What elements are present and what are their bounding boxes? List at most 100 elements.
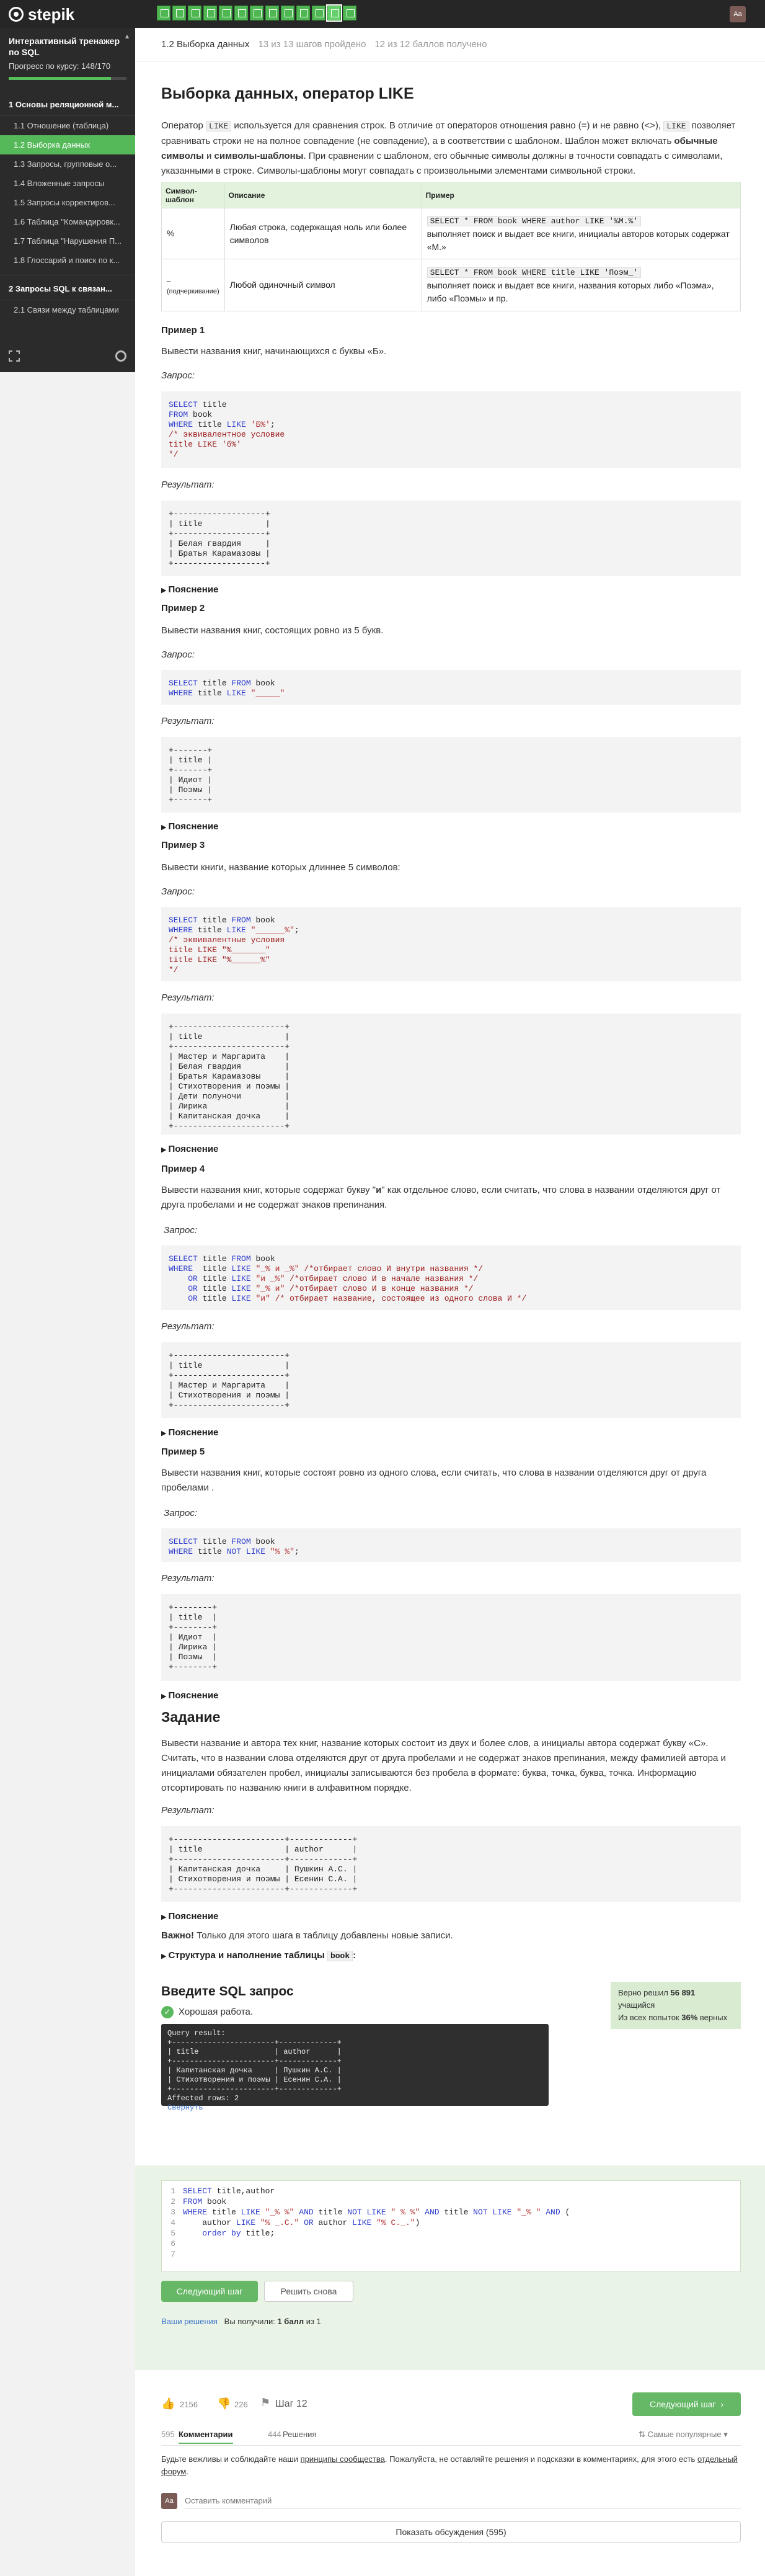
next-step-button[interactable]: Следующий шаг	[161, 2281, 258, 2302]
lesson-1-3[interactable]: 1.3 Запросы, групповые о...	[0, 154, 135, 174]
important-label: Важно!	[161, 1930, 195, 1941]
step-10[interactable]	[296, 6, 310, 20]
step-6[interactable]	[234, 6, 248, 20]
example-3-title: Пример 3	[161, 840, 205, 850]
step-footer: 👍 2156 👎 226 ⚑ Шаг 12 Следующий шаг ›	[161, 2392, 741, 2417]
stats-value: 36%	[681, 2013, 698, 2022]
table-header: Пример	[421, 182, 741, 208]
example-code: SELECT * FROM book WHERE author LIKE '%М…	[427, 215, 642, 226]
example-2-title: Пример 2	[161, 603, 205, 613]
pin-icon[interactable]: ▴	[125, 32, 129, 40]
explain-toggle-3[interactable]: Пояснение	[161, 1144, 219, 1154]
stats-text: Верно решил	[618, 1988, 671, 1997]
step-1[interactable]	[157, 6, 170, 20]
course-progress-label: Прогресс по курсу: 148/170	[9, 61, 111, 71]
stats-text: верных	[697, 2013, 728, 2022]
show-discussions-button[interactable]: Показать обсуждения (595)	[161, 2521, 741, 2543]
example-4-title: Пример 4	[161, 1164, 205, 1174]
step-13[interactable]	[343, 6, 356, 20]
sidebar-bottom-tools	[9, 350, 126, 363]
editor-code[interactable]: SELECT title,author FROM book WHERE titl…	[183, 2186, 570, 2249]
your-solutions-link[interactable]: Ваши решения	[161, 2317, 218, 2326]
step-8[interactable]	[265, 6, 279, 20]
lesson-1-7[interactable]: 1.7 Таблица "Нарушения П...	[0, 231, 135, 251]
like-icon[interactable]: 👍	[161, 2397, 175, 2410]
step-12[interactable]	[326, 4, 342, 22]
rules-text: . Пожалуйста, не оставляйте решения и по…	[384, 2454, 697, 2464]
dislike-icon[interactable]: 👎	[217, 2397, 231, 2410]
steps-progress: 13 из 13 шагов пройдено	[258, 39, 366, 50]
module-2[interactable]: 2 Запросы SQL к связан...	[0, 275, 135, 300]
struct-toggle-label: Структура и наполнение таблицы	[168, 1950, 327, 1961]
step-4[interactable]	[203, 6, 217, 20]
inline-code: book	[327, 1951, 353, 1961]
sort-icon: ⇅	[639, 2430, 645, 2439]
lesson-1-5[interactable]: 1.5 Запросы корректиров...	[0, 193, 135, 212]
settings-icon[interactable]	[115, 350, 126, 362]
tab-solutions[interactable]: Решения	[283, 2430, 316, 2439]
lesson-1-4[interactable]: 1.4 Вложенные запросы	[0, 174, 135, 193]
solutions-count: 444	[268, 2430, 281, 2439]
lesson-1-1[interactable]: 1.1 Отношение (таблица)	[0, 116, 135, 135]
example-4-query: SELECT title FROM book WHERE title LIKE …	[161, 1246, 741, 1310]
sort-dropdown[interactable]: ⇅ Самые популярные ▾	[639, 2430, 728, 2440]
step-navigation	[157, 4, 356, 22]
step-11[interactable]	[312, 6, 325, 20]
points-value: 1 балл	[277, 2317, 304, 2326]
explain-toggle-task[interactable]: Пояснение	[161, 1911, 219, 1922]
discussion-tabs: 595 Комментарии 444 Решения ⇅ Самые попу…	[161, 2427, 741, 2446]
step-7[interactable]	[250, 6, 263, 20]
course-sidebar: ▴ Интерактивный тренажер по SQL Прогресс…	[0, 28, 135, 372]
collapse-link[interactable]: Свернуть	[167, 2103, 203, 2112]
comment-avatar: Aa	[161, 2493, 177, 2509]
step-number: Шаг 12	[275, 2399, 307, 2409]
step-5[interactable]	[219, 6, 232, 20]
sort-label: Самые популярные	[647, 2430, 722, 2439]
intro-text: Оператор	[161, 120, 206, 131]
result-label: Результат:	[161, 1805, 214, 1816]
points-progress: 12 из 12 баллов получено	[374, 39, 487, 50]
tab-comments[interactable]: Комментарии	[179, 2430, 233, 2444]
module-1[interactable]: 1 Основы реляционной м...	[0, 91, 135, 116]
example-code: SELECT * FROM book WHERE title LIKE 'Поэ…	[427, 267, 642, 278]
lesson-1-2[interactable]: 1.2 Выборка данных	[0, 135, 135, 154]
result-label: Результат:	[161, 992, 214, 1003]
explain-toggle-1[interactable]: Пояснение	[161, 584, 219, 595]
step-9[interactable]	[281, 6, 294, 20]
result-label: Результат:	[161, 1573, 214, 1584]
example-2-text: Вывести названия книг, состоящих ровно и…	[161, 625, 384, 636]
fullscreen-icon[interactable]	[9, 350, 20, 362]
step-3[interactable]	[188, 6, 201, 20]
explain-toggle-5[interactable]: Пояснение	[161, 1690, 219, 1701]
table-cell: SELECT * FROM book WHERE title LIKE 'Поэ…	[421, 259, 741, 311]
retry-button[interactable]: Решить снова	[264, 2281, 353, 2302]
dislike-count: 226	[234, 2400, 248, 2409]
lesson-1-8[interactable]: 1.8 Глоссарий и поиск по к...	[0, 251, 135, 270]
logo-text: stepik	[28, 4, 75, 24]
chevron-down-icon: ▾	[723, 2430, 728, 2439]
query-label: Запрос:	[164, 1508, 197, 1518]
table-cell: Любая строка, содержащая ноль или более …	[224, 208, 422, 259]
rules-text: Будьте вежливы и соблюдайте наши	[161, 2454, 301, 2464]
points-text: Вы получили:	[224, 2317, 278, 2326]
important-text: Только для этого шага в таблицу добавлен…	[194, 1930, 453, 1941]
example-5-text: Вывести названия книг, которые состоят р…	[161, 1468, 707, 1493]
query-label: Запрос:	[161, 886, 195, 897]
table-cell: %	[161, 208, 225, 259]
comment-input[interactable]	[185, 2493, 741, 2509]
lesson-1-6[interactable]: 1.6 Таблица "Командировк...	[0, 212, 135, 231]
example-text: выполняет поиск и выдает все книги, иниц…	[427, 228, 730, 252]
step-2[interactable]	[172, 6, 186, 20]
course-title[interactable]: Интерактивный тренажер по SQL	[0, 28, 135, 61]
explain-toggle-2[interactable]: Пояснение	[161, 821, 219, 832]
explain-toggle-4[interactable]: Пояснение	[161, 1427, 219, 1438]
sql-editor[interactable]: 1234567 SELECT title,author FROM book WH…	[161, 2180, 741, 2272]
rules-link[interactable]: принципы сообщества	[301, 2454, 385, 2464]
lesson-2-1[interactable]: 2.1 Связи между таблицами	[0, 300, 135, 319]
user-avatar[interactable]: Aa	[730, 6, 746, 22]
inline-code: LIKE	[663, 121, 689, 131]
example-5-query: SELECT title FROM book WHERE title NOT L…	[161, 1528, 741, 1562]
footer-next-step-button[interactable]: Следующий шаг ›	[632, 2392, 741, 2416]
stepik-logo[interactable]: stepik	[9, 5, 74, 24]
struct-toggle[interactable]: Структура и наполнение таблицы book:	[161, 1950, 356, 1961]
